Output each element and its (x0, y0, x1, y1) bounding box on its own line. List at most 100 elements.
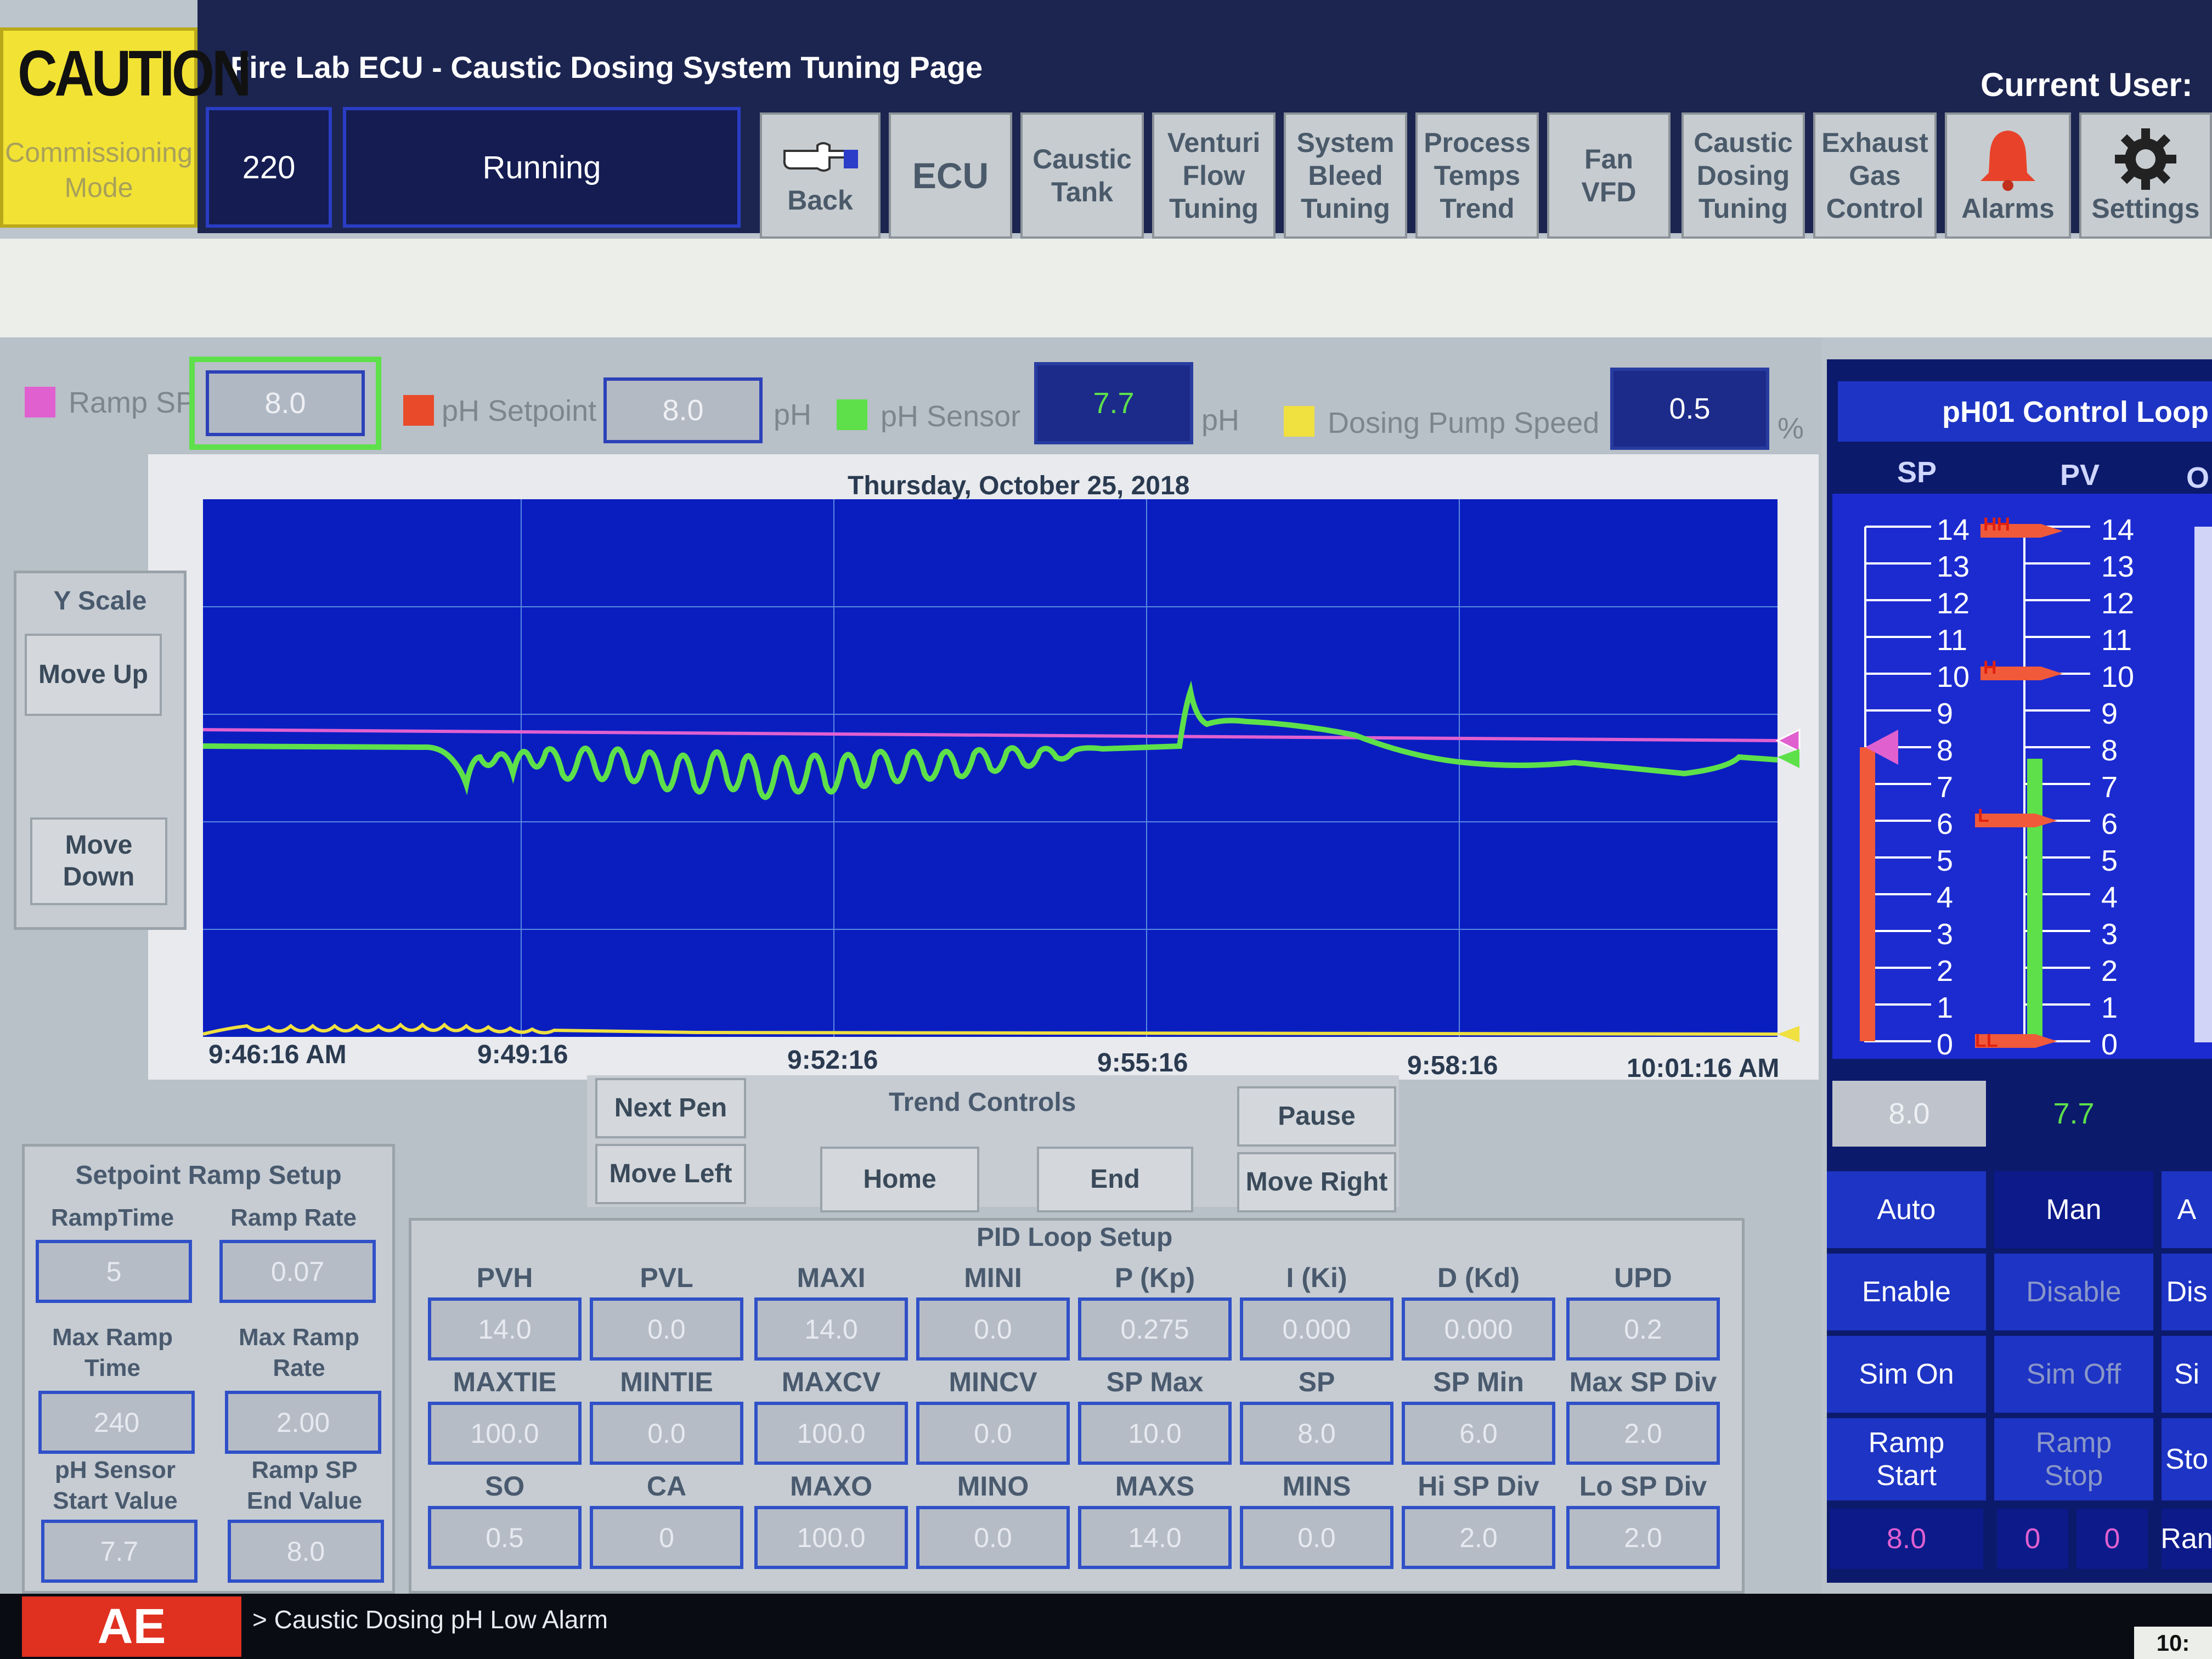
ramp-stop-button[interactable]: Ramp Stop (1994, 1418, 2153, 1500)
nav-exhaust-gas-control[interactable]: Exhaust Gas Control (1813, 112, 1937, 239)
man-button[interactable]: Man (1994, 1171, 2153, 1248)
nav-venturi-flow-tuning[interactable]: Venturi Flow Tuning (1152, 112, 1276, 239)
ramp-start-button[interactable]: Ramp Start (1827, 1418, 1986, 1500)
pid-field-1-4[interactable]: 10.0 (1078, 1402, 1232, 1465)
scale-pv-1: 1 (2101, 991, 2118, 1024)
loop-sp-value[interactable]: 8.0 (1832, 1081, 1986, 1147)
nav-process-temps-trend[interactable]: Process Temps Trend (1415, 112, 1539, 239)
pid-field-0-3[interactable]: 0.0 (916, 1297, 1070, 1361)
pid-field-2-2[interactable]: 100.0 (754, 1506, 908, 1569)
scale-sp-0: 0 (1937, 1028, 1954, 1061)
ramp-sp-swatch (25, 387, 55, 417)
max-ramp-time-field[interactable]: 240 (38, 1391, 195, 1454)
pid-field-0-6[interactable]: 0.000 (1402, 1297, 1555, 1361)
ph-sensor-marker (1778, 749, 1799, 768)
mode-line-2: Mode (64, 172, 133, 203)
pid-field-0-4[interactable]: 0.275 (1078, 1297, 1232, 1361)
scale-sp-1: 1 (1937, 991, 1954, 1024)
loop-col3-row1-button[interactable]: A (2162, 1171, 2212, 1248)
back-button[interactable]: Back (760, 112, 881, 239)
pid-field-2-3[interactable]: 0.0 (916, 1506, 1070, 1569)
sim-on-button[interactable]: Sim On (1827, 1336, 1986, 1413)
loop-col3-row4-button[interactable]: Sto (2162, 1418, 2212, 1500)
pid-field-0-0[interactable]: 14.0 (428, 1297, 582, 1361)
pid-field-0-5[interactable]: 0.000 (1240, 1297, 1393, 1361)
pid-label-2-5: MINS (1282, 1471, 1351, 1502)
auto-button[interactable]: Auto (1827, 1171, 1986, 1248)
pid-field-1-0[interactable]: 100.0 (428, 1402, 582, 1465)
alarms-button[interactable]: Alarms (1945, 112, 2071, 239)
scale-pv-11: 11 (2101, 624, 2132, 657)
nav-system-bleed-tuning[interactable]: System Bleed Tuning (1284, 112, 1407, 239)
pid-field-2-6[interactable]: 2.0 (1402, 1506, 1555, 1569)
pid-field-0-2[interactable]: 14.0 (754, 1297, 908, 1361)
ramp-rate-field[interactable]: 0.07 (219, 1240, 376, 1303)
pid-label-0-4: P (Kp) (1114, 1262, 1195, 1293)
scale-pv-13: 13 (2101, 550, 2135, 583)
pid-field-1-3[interactable]: 0.0 (916, 1402, 1070, 1465)
move-up-button[interactable]: Move Up (25, 634, 162, 716)
scale-pv-2: 2 (2101, 955, 2118, 988)
scale-sp-12: 12 (1937, 587, 1970, 620)
loop-col3-row3-button[interactable]: Si (2162, 1336, 2212, 1413)
home-button[interactable]: Home (820, 1147, 979, 1212)
ph-setpoint-value: 8.0 (603, 377, 763, 443)
trend-date: Thursday, October 25, 2018 (848, 471, 1190, 500)
pid-field-2-1[interactable]: 0 (590, 1506, 743, 1569)
gear-icon (2115, 128, 2176, 190)
back-label: Back (787, 185, 853, 216)
ramp-time-field[interactable]: 5 (36, 1240, 192, 1303)
pid-label-1-3: MINCV (949, 1367, 1037, 1397)
pid-label-0-6: D (Kd) (1437, 1262, 1520, 1293)
pid-field-0-7[interactable]: 0.2 (1566, 1297, 1720, 1361)
disable-button[interactable]: Disable (1994, 1254, 2153, 1330)
ramp-count-2: 0 (2076, 1509, 2148, 1569)
enable-button[interactable]: Enable (1827, 1254, 1986, 1330)
time-label-2: 9:52:16 (787, 1046, 878, 1075)
move-down-button[interactable]: Move Down (30, 817, 167, 905)
sim-off-button[interactable]: Sim Off (1994, 1336, 2153, 1413)
nav-venturi-label: Venturi Flow Tuning (1167, 127, 1261, 224)
pid-label-2-4: MAXS (1115, 1471, 1195, 1502)
settings-button[interactable]: Settings (2079, 112, 2212, 239)
pid-label-0-7: UPD (1614, 1262, 1672, 1293)
pid-field-1-2[interactable]: 100.0 (754, 1402, 908, 1465)
pid-field-1-5[interactable]: 8.0 (1240, 1402, 1393, 1465)
pid-field-2-5[interactable]: 0.0 (1240, 1506, 1393, 1569)
nav-fan-vfd[interactable]: Fan VFD (1547, 112, 1671, 239)
pointing-hand-icon (783, 142, 858, 172)
pid-field-1-1[interactable]: 0.0 (590, 1402, 743, 1465)
move-right-button[interactable]: Move Right (1237, 1152, 1396, 1212)
scale-pv-6: 6 (2101, 808, 2118, 840)
pid-field-1-7[interactable]: 2.0 (1566, 1402, 1720, 1465)
alarms-label: Alarms (1961, 193, 2055, 224)
next-pen-button[interactable]: Next Pen (595, 1078, 746, 1138)
scale-sp-9: 9 (1937, 697, 1954, 730)
pid-label-0-5: I (Ki) (1286, 1262, 1347, 1293)
ramp-sp-value: 8.0 (206, 370, 365, 436)
move-left-button[interactable]: Move Left (595, 1144, 746, 1204)
pid-field-2-4[interactable]: 14.0 (1078, 1506, 1232, 1569)
end-button[interactable]: End (1037, 1147, 1193, 1212)
nav-ecu[interactable]: ECU (889, 112, 1012, 239)
pid-field-2-0[interactable]: 0.5 (428, 1506, 582, 1569)
settings-label: Settings (2091, 193, 2200, 224)
loop-col3-row2-button[interactable]: Dis (2162, 1254, 2212, 1330)
ph-sensor-unit: pH (1201, 404, 1240, 437)
nav-caustic-tank-label: Caustic Tank (1032, 144, 1132, 207)
yscale-title: Y Scale (53, 586, 147, 616)
pid-field-1-6[interactable]: 6.0 (1402, 1402, 1555, 1465)
nav-caustic-dosing-tuning[interactable]: Caustic Dosing Tuning (1681, 112, 1805, 239)
nav-process-label: Process Temps Trend (1424, 127, 1531, 224)
ramp-sp-label: Ramp SP (69, 386, 196, 419)
pause-button[interactable]: Pause (1237, 1086, 1396, 1147)
loop-pv-value: 7.7 (1997, 1081, 2151, 1147)
scale-pv-4: 4 (2101, 881, 2118, 914)
pid-field-0-1[interactable]: 0.0 (590, 1297, 743, 1361)
max-ramp-rate-field[interactable]: 2.00 (225, 1391, 381, 1454)
pid-field-2-7[interactable]: 2.0 (1566, 1506, 1720, 1569)
nav-caustic-tank[interactable]: Caustic Tank (1020, 112, 1144, 239)
ramp-count-1: 0 (1997, 1509, 2068, 1569)
page-title: Fire Lab ECU - Caustic Dosing System Tun… (230, 50, 983, 84)
alarm-message[interactable]: > Caustic Dosing pH Low Alarm (252, 1605, 608, 1634)
